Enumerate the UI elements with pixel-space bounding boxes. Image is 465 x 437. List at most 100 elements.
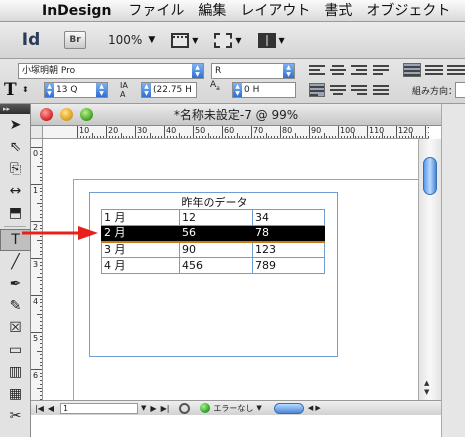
table-title[interactable]: 昨年のデータ [90, 194, 339, 210]
justify-left-icon[interactable] [309, 83, 325, 97]
scroll-arrows-icon[interactable]: ▲ ▼ [424, 379, 429, 397]
close-window-icon[interactable] [40, 108, 53, 121]
table-row[interactable]: 4 月 456 789 [101, 257, 325, 274]
grid-align-none-icon[interactable] [403, 63, 421, 77]
font-size-stepper-icon[interactable]: ▲ ▼ [45, 83, 54, 97]
menu-file[interactable]: ファイル [121, 0, 191, 21]
ruler-minor-tick [361, 136, 363, 138]
font-style-dropdown-icon[interactable]: ▲ ▼ [283, 64, 294, 78]
table-cell[interactable]: 56 [179, 225, 253, 243]
content-collector-tool-icon[interactable]: ⬒ [0, 202, 31, 224]
horizontal-scroll-thumb[interactable] [273, 402, 304, 414]
minimize-window-icon[interactable] [60, 108, 73, 121]
page-number-field[interactable]: 1 [60, 402, 139, 414]
font-style-field[interactable]: R ▲ ▼ [211, 63, 295, 79]
bridge-button[interactable]: Br [64, 31, 86, 49]
align-left-icon[interactable] [309, 63, 325, 77]
document-titlebar[interactable]: *名称未設定-7 @ 99% [31, 104, 441, 126]
ruler-minor-tick [343, 136, 345, 138]
previous-spread-icon[interactable]: ◀ [48, 404, 54, 413]
ruler-origin[interactable] [31, 126, 43, 139]
font-size-arrows-icon[interactable]: ⬍ [22, 85, 29, 94]
preflight-dropdown-icon[interactable]: ▼ [256, 404, 261, 412]
tools-panel-header[interactable]: ▸▸ [0, 104, 30, 114]
menu-edit[interactable]: 編集 [191, 0, 233, 21]
justify-right-icon[interactable] [351, 83, 367, 97]
font-size-field[interactable]: 13 Q ▲ ▼ ▲ ▼ [44, 82, 108, 98]
menu-app-name[interactable]: InDesign [32, 0, 121, 21]
leading-field[interactable]: (22.75 H ▲ ▼ [141, 82, 197, 98]
table-cell[interactable]: 12 [179, 209, 253, 226]
align-center-icon[interactable] [330, 63, 346, 77]
line-tool-icon[interactable]: ╱ [0, 251, 31, 273]
rectangle-tool-icon[interactable]: ▭ [0, 339, 31, 361]
tracking-field[interactable]: 0 H ▲ ▼ [232, 82, 296, 98]
screen-mode-button[interactable]: ▼ [214, 32, 242, 48]
table-cell[interactable]: 1 月 [101, 209, 180, 226]
pen-tool-icon[interactable]: ✒ [0, 273, 31, 295]
zoom-dropdown-icon[interactable]: ▼ [148, 35, 155, 45]
vertical-scroll-thumb[interactable] [423, 157, 437, 195]
table-row[interactable]: 3 月 90 123 [101, 241, 325, 258]
first-spread-icon[interactable]: |◀ [35, 404, 44, 413]
text-frame[interactable]: 昨年のデータ 1 月 12 34 2 月 56 78 3 月 90 123 4 月 456 789 [89, 192, 338, 357]
last-spread-icon[interactable]: ▶| [161, 404, 170, 413]
rectangle-frame-tool-icon[interactable]: ☒ [0, 317, 31, 339]
ruler-minor-tick [120, 133, 122, 138]
horizontal-ruler[interactable]: 102030405060708090100110120130 [43, 126, 429, 139]
horizontal-scroll-arrows-icon[interactable]: ◀ ▶ [308, 404, 321, 412]
pasteboard[interactable]: 昨年のデータ 1 月 12 34 2 月 56 78 3 月 90 123 4 月 456 789 [44, 140, 429, 400]
vertical-grid-tool-icon[interactable]: ▦ [0, 383, 31, 405]
menu-type[interactable]: 書式 [317, 0, 359, 21]
scissors-tool-icon[interactable]: ✂ [0, 405, 31, 427]
grid-align-alt-icon[interactable] [447, 63, 465, 77]
menu-layout[interactable]: レイアウト [233, 0, 317, 21]
table-cell[interactable]: 789 [252, 257, 325, 274]
pencil-tool-icon[interactable]: ✎ [0, 295, 31, 317]
preflight-status-text[interactable]: エラーなし [213, 403, 253, 414]
ruler-minor-tick [384, 136, 386, 138]
next-spread-icon[interactable]: ▶ [150, 404, 156, 413]
selection-tool-icon[interactable]: ➤ [0, 114, 31, 136]
table-cell[interactable]: 34 [252, 209, 325, 226]
text-composition-field[interactable] [455, 82, 465, 98]
ruler-minor-tick [40, 158, 42, 160]
table-cell[interactable]: 3 月 [101, 241, 180, 258]
table-cell[interactable]: 456 [179, 257, 253, 274]
zoom-level[interactable]: 100% [108, 33, 142, 47]
align-right-icon[interactable] [351, 63, 367, 77]
page-dropdown-icon[interactable]: ▼ [141, 404, 146, 412]
data-table[interactable]: 1 月 12 34 2 月 56 78 3 月 90 123 4 月 456 789 [101, 209, 325, 274]
font-family-dropdown-icon[interactable]: ▲ ▼ [192, 64, 203, 78]
table-cell[interactable]: 78 [252, 225, 325, 243]
table-row-selected[interactable]: 2 月 56 78 [101, 225, 325, 243]
gap-tool-icon[interactable]: ↔ [0, 180, 31, 202]
menu-object[interactable]: オブジェクト [359, 0, 457, 21]
ruler-minor-tick [40, 302, 42, 304]
justify-all-icon[interactable] [373, 83, 389, 97]
table-cell[interactable]: 2 月 [101, 225, 180, 243]
frame-grid-tool-icon[interactable]: ▥ [0, 361, 31, 383]
direct-selection-tool-icon[interactable]: ⇖ [0, 136, 31, 158]
justify-center-icon[interactable] [330, 83, 346, 97]
ruler-minor-tick [282, 136, 284, 138]
zoom-window-icon[interactable] [80, 108, 93, 121]
red-annotation-arrow [22, 226, 98, 240]
align-towards-spine-icon[interactable] [373, 63, 389, 77]
page-tool-icon[interactable]: ⎘ [0, 158, 31, 180]
table-cell[interactable]: 90 [179, 241, 253, 258]
arrange-documents-button[interactable]: ▼ [257, 32, 285, 48]
table-cell[interactable]: 4 月 [101, 257, 180, 274]
table-cell[interactable]: 123 [252, 241, 325, 258]
vertical-ruler[interactable]: 01234567 [31, 139, 43, 400]
leading-stepper-icon[interactable]: ▲ ▼ [142, 83, 151, 97]
tracking-stepper-icon[interactable]: ▲ ▼ [233, 83, 242, 97]
font-size-dropdown-icon[interactable]: ▲ ▼ [96, 83, 107, 97]
open-page-icon[interactable] [179, 402, 191, 414]
vertical-scrollbar[interactable]: ▲ ▼ [418, 139, 441, 400]
table-row[interactable]: 1 月 12 34 [101, 209, 325, 226]
view-options-button[interactable]: ▼ [171, 32, 198, 48]
font-family-field[interactable]: 小塚明朝 Pro ▲ ▼ [18, 63, 204, 79]
ruler-minor-tick [253, 136, 255, 138]
grid-align-icon[interactable] [425, 63, 443, 77]
